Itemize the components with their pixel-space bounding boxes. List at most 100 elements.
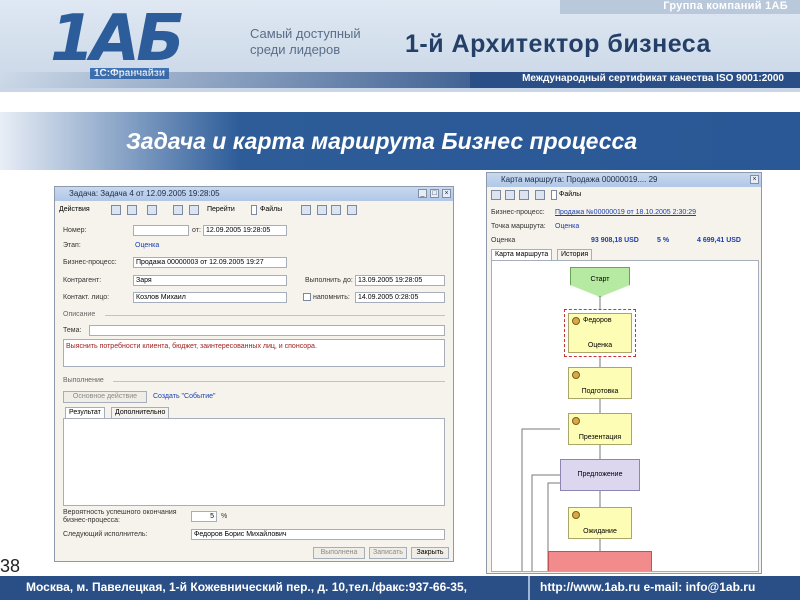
slogan: Самый доступный среди лидеров	[250, 26, 361, 58]
percent-value: 5 %	[657, 237, 670, 244]
due-date-field[interactable]: 13.09.2005 19:28:05	[355, 275, 445, 286]
actions-menu[interactable]: Действия	[59, 203, 90, 217]
number-field[interactable]	[133, 225, 189, 236]
process-label: Бизнес-процесс:	[491, 209, 545, 216]
maximize-icon[interactable]: □	[430, 189, 439, 198]
toolbar-print-icon[interactable]	[519, 190, 529, 200]
files-button[interactable]: Файлы	[559, 188, 581, 202]
toolbar-tree-icon[interactable]	[491, 190, 501, 200]
result-textarea[interactable]	[63, 418, 445, 506]
person-icon	[572, 317, 580, 325]
tab-route-map[interactable]: Карта маршрута	[491, 249, 553, 260]
toolbar-tree-icon[interactable]	[111, 205, 121, 215]
paperclip-icon[interactable]	[251, 205, 257, 215]
files-button[interactable]: Файлы	[260, 203, 282, 217]
person-icon	[572, 371, 580, 379]
process-link[interactable]: Продажа №00000019 от 18.10.2005 2:30:29	[555, 209, 696, 216]
paperclip-icon[interactable]	[551, 190, 557, 200]
create-event-link[interactable]: Создать "Событие"	[153, 393, 216, 400]
estimate-label: Оценка	[491, 237, 516, 244]
tab-result[interactable]: Результат	[65, 407, 105, 418]
slide: Группа компаний 1АБ 1АБ 1С:Франчайзи Сам…	[0, 0, 800, 600]
goto-menu[interactable]: Перейти	[207, 203, 235, 217]
help-icon[interactable]	[301, 205, 311, 215]
route-map-canvas: Старт Федоров Оценка Подготовка Презента…	[491, 260, 759, 572]
slide-number: 38	[0, 556, 21, 576]
estimate-value: 93 908,18 USD	[591, 237, 639, 244]
remind-label: напомнить:	[313, 294, 350, 301]
start-label: Старт	[590, 276, 610, 283]
toolbar-icon-b[interactable]	[331, 205, 341, 215]
slide-title-bar: Задача и карта маршрута Бизнес процесса	[0, 112, 800, 170]
flow-node-estimate[interactable]: Федоров Оценка	[568, 313, 632, 353]
route-map-window: Карта маршрута: Продажа 00000019.... 29 …	[486, 172, 762, 574]
close-icon[interactable]: ×	[750, 175, 759, 184]
counterparty-label: Контрагент:	[63, 277, 102, 284]
save-button[interactable]: Записать	[369, 547, 407, 559]
route-map-title: Карта маршрута: Продажа 00000019.... 29	[501, 175, 658, 184]
probability-label: Вероятность успешного окончания бизнес-п…	[63, 509, 177, 524]
from-label: от:	[192, 227, 201, 234]
certificate-text: Международный сертификат качества ISO 90…	[522, 73, 784, 84]
flow-node-waiting[interactable]: Ожидание	[568, 507, 632, 539]
process-field[interactable]: Продажа 00000003 от 12.09.2005 19:27	[133, 257, 287, 268]
header-stripe	[0, 72, 470, 88]
stage-value[interactable]: Оценка	[135, 242, 159, 249]
task-window-titlebar: Задача: Задача 4 от 12.09.2005 19:28:05 …	[55, 187, 453, 201]
contact-field[interactable]: Козлов Михаил	[133, 292, 287, 303]
task-window-title: Задача: Задача 4 от 12.09.2005 19:28:05	[69, 189, 220, 198]
slogan-line-1: Самый доступный	[250, 26, 361, 41]
tab-history[interactable]: История	[557, 249, 593, 260]
next-assignee-field[interactable]: Федоров Борис Михайлович	[191, 529, 445, 540]
section-divider	[105, 315, 445, 316]
route-map-titlebar: Карта маршрута: Продажа 00000019.... 29 …	[487, 173, 761, 187]
presentation-label: Презентация	[578, 434, 622, 441]
toolbar-icon-c[interactable]	[347, 205, 357, 215]
toolbar-save-icon[interactable]	[505, 190, 515, 200]
counterparty-field[interactable]: Заря	[133, 275, 287, 286]
toolbar-copy-icon[interactable]	[127, 205, 137, 215]
done-button[interactable]: Выполнена	[313, 547, 365, 559]
toolbar-save-icon[interactable]	[147, 205, 157, 215]
toolbar-doc-icon[interactable]	[189, 205, 199, 215]
person-icon	[572, 417, 580, 425]
close-icon[interactable]: ×	[442, 189, 451, 198]
next-assignee-label: Следующий исполнитель:	[63, 531, 148, 538]
topic-label: Тема:	[63, 327, 82, 334]
main-action-button[interactable]: Основное действие	[63, 391, 147, 403]
remind-date-field[interactable]: 14.09.2005 0:28:05	[355, 292, 445, 303]
toolbar-doc-icon[interactable]	[535, 190, 545, 200]
task-window: Задача: Задача 4 от 12.09.2005 19:28:05 …	[54, 186, 454, 562]
stage-label: Этап:	[63, 242, 81, 249]
toolbar-icon-a[interactable]	[317, 205, 327, 215]
route-point-label: Точка маршрута:	[491, 223, 546, 230]
amount-value: 4 699,41 USD	[697, 237, 741, 244]
remind-checkbox[interactable]	[303, 293, 311, 301]
route-point-value[interactable]: Оценка	[555, 223, 579, 230]
contact-label: Контакт. лицо:	[63, 294, 110, 301]
footer-separator	[528, 576, 530, 600]
probability-field[interactable]: 5	[191, 511, 217, 522]
footer-address: Москва, м. Павелецкая, 1-й Кожевнический…	[26, 580, 467, 594]
logo-text: 1АБ	[50, 2, 185, 76]
flow-node-presentation[interactable]: Презентация	[568, 413, 632, 445]
section-divider	[113, 381, 445, 382]
estimate-node-label: Оценка	[587, 342, 613, 349]
probability-unit: %	[221, 513, 228, 520]
minimize-icon[interactable]: _	[418, 189, 427, 198]
slide-title: Задача и карта маршрута Бизнес процесса	[126, 128, 638, 154]
description-textarea[interactable]: Выяснить потребности клиента, бюджет, за…	[63, 339, 445, 367]
flow-node-end[interactable]	[548, 551, 652, 571]
person-icon	[572, 511, 580, 519]
preparation-label: Подготовка	[581, 388, 619, 395]
flow-node-offer[interactable]: Предложение	[560, 459, 640, 491]
close-button[interactable]: Закрыть	[411, 547, 449, 559]
waiting-label: Ожидание	[583, 528, 617, 535]
toolbar-print-icon[interactable]	[173, 205, 183, 215]
topic-field[interactable]	[89, 325, 445, 336]
company-logo: 1АБ 1С:Франчайзи	[40, 2, 190, 79]
flow-node-preparation[interactable]: Подготовка	[568, 367, 632, 399]
tab-additional[interactable]: Дополнительно	[111, 407, 170, 418]
header-banner: Группа компаний 1АБ 1АБ 1С:Франчайзи Сам…	[0, 0, 800, 92]
from-date-field[interactable]: 12.09.2005 19:28:05	[203, 225, 287, 236]
